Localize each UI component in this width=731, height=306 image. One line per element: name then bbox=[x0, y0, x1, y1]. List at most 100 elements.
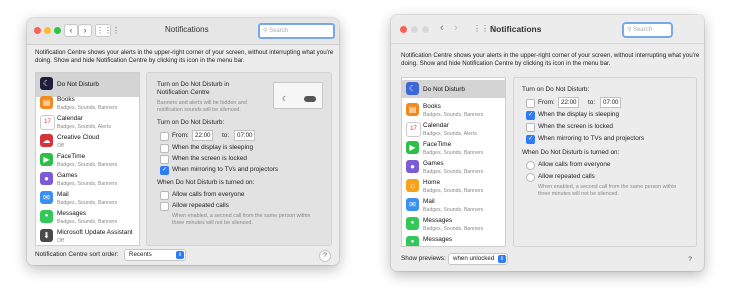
toggle-switch-icon bbox=[304, 96, 316, 102]
back-button[interactable]: ‹ bbox=[64, 24, 78, 37]
forward-button[interactable]: › bbox=[78, 24, 92, 37]
games-icon: ● bbox=[406, 160, 419, 173]
repeated-note: When enabled, a second call from the sam… bbox=[172, 213, 311, 226]
allow-everyone-checkbox[interactable] bbox=[160, 191, 169, 200]
messages-icon: ● bbox=[406, 217, 419, 230]
sort-order-label: Notification Centre sort order: bbox=[35, 251, 119, 258]
minimize-button[interactable] bbox=[44, 27, 51, 34]
close-button[interactable] bbox=[34, 27, 41, 34]
notifications-window-right: ‹ › ⋮⋮⋮ Notifications ⚲ Search Notificat… bbox=[391, 15, 704, 271]
moon-icon: ☾ bbox=[40, 77, 53, 90]
allow-everyone-checkbox[interactable] bbox=[526, 161, 535, 170]
show-all-grid-button[interactable]: ⋮⋮⋮ bbox=[95, 24, 120, 37]
sleeping-checkbox[interactable] bbox=[160, 144, 169, 153]
mirroring-label: When mirroring to TVs and projectors bbox=[172, 166, 279, 173]
item-name: Books bbox=[57, 96, 75, 103]
sort-order-value: Recents bbox=[129, 251, 152, 258]
chevron-updown-icon: ⇕ bbox=[498, 255, 506, 263]
calendar-icon: 17 bbox=[406, 122, 421, 137]
item-name: Microsoft Update Assistant bbox=[57, 229, 133, 236]
app-list[interactable]: ☾ Do Not Disturb ▤ Books Badges, Sounds,… bbox=[35, 72, 140, 246]
moon-icon: ☾ bbox=[282, 96, 289, 103]
sleeping-label: When the display is sleeping bbox=[172, 144, 253, 151]
mirroring-checkbox[interactable]: ✓ bbox=[526, 135, 535, 144]
microsoft-update-icon: ⬇ bbox=[40, 229, 53, 242]
search-placeholder: Search bbox=[269, 28, 289, 34]
item-name: Mail bbox=[57, 191, 69, 198]
do-not-disturb-pane: Turn on Do Not Disturb in Notification C… bbox=[146, 72, 332, 246]
item-name: Do Not Disturb bbox=[57, 81, 99, 88]
item-name: Home bbox=[423, 179, 441, 186]
app-list[interactable]: ☾ Do Not Disturb ▤ Books Badges, Sounds,… bbox=[401, 77, 506, 247]
search-icon: ⚲ bbox=[263, 28, 268, 34]
list-item[interactable]: ● Messages bbox=[402, 232, 505, 246]
item-name: Calendar bbox=[57, 115, 83, 122]
zoom-button[interactable] bbox=[54, 27, 61, 34]
notification-centre-preview: ☾ bbox=[273, 82, 323, 109]
sleeping-checkbox[interactable]: ✓ bbox=[526, 111, 535, 120]
item-name: Calendar bbox=[423, 122, 449, 129]
forward-button[interactable]: › bbox=[454, 22, 458, 34]
messages-icon: ● bbox=[40, 210, 53, 223]
from-label: From: bbox=[538, 99, 555, 106]
description: Notification Centre shows your alerts in… bbox=[401, 52, 700, 67]
back-button[interactable]: ‹ bbox=[440, 22, 444, 34]
item-name: FaceTime bbox=[423, 141, 452, 148]
item-name: Games bbox=[423, 160, 444, 167]
allow-repeated-label: Allow repeated calls bbox=[538, 173, 595, 180]
to-time-field[interactable]: 07:00 bbox=[600, 97, 622, 108]
allow-repeated-checkbox[interactable] bbox=[526, 173, 535, 182]
locked-checkbox[interactable] bbox=[160, 155, 169, 164]
item-name: Messages bbox=[423, 236, 453, 243]
section-when-on: When Do Not Disturb is turned on: bbox=[157, 179, 255, 186]
show-previews-popup[interactable]: when unlocked ⇕ bbox=[448, 253, 508, 265]
from-checkbox[interactable] bbox=[526, 99, 535, 108]
item-name: Games bbox=[57, 172, 78, 179]
home-icon: ⌂ bbox=[406, 179, 419, 192]
allow-repeated-checkbox[interactable] bbox=[160, 202, 169, 211]
to-label: to: bbox=[222, 132, 230, 139]
moon-icon: ☾ bbox=[406, 82, 419, 95]
sleeping-label: When the display is sleeping bbox=[538, 111, 619, 118]
turn-on-note: Banners and alerts will be hidden and no… bbox=[157, 100, 247, 113]
title-bar: ‹ › ⋮⋮⋮ Notifications ⚲ Search bbox=[27, 18, 339, 45]
chevron-updown-icon: ⇕ bbox=[176, 251, 184, 259]
to-label: to: bbox=[588, 99, 596, 106]
item-name: Books bbox=[423, 103, 441, 110]
close-button[interactable] bbox=[400, 26, 407, 33]
mail-icon: ✉ bbox=[406, 198, 419, 211]
search-field[interactable]: ⚲ Search bbox=[622, 22, 673, 38]
from-checkbox[interactable] bbox=[160, 132, 169, 141]
item-name: Mail bbox=[423, 198, 435, 205]
locked-label: When the screen is locked bbox=[172, 155, 247, 162]
allow-everyone-label: Allow calls from everyone bbox=[172, 191, 245, 198]
calendar-icon: 17 bbox=[40, 115, 55, 130]
allow-everyone-label: Allow calls from everyone bbox=[538, 161, 611, 168]
list-item[interactable]: ☾ Do Not Disturb bbox=[402, 80, 505, 98]
sort-order-popup[interactable]: Recents ⇕ bbox=[124, 249, 186, 261]
item-name: Do Not Disturb bbox=[423, 86, 465, 93]
search-field[interactable]: ⚲ Search bbox=[258, 23, 335, 39]
allow-repeated-label: Allow repeated calls bbox=[172, 202, 229, 209]
minimize-button[interactable] bbox=[411, 26, 418, 33]
help-button[interactable]: ? bbox=[685, 255, 695, 265]
facetime-icon: ▶ bbox=[40, 153, 53, 166]
help-button[interactable]: ? bbox=[319, 250, 331, 262]
window-title: Notifications bbox=[165, 25, 209, 34]
zoom-button[interactable] bbox=[422, 26, 429, 33]
locked-label: When the screen is locked bbox=[538, 123, 613, 130]
turn-on-heading: Turn on Do Not Disturb in Notification C… bbox=[157, 81, 230, 96]
item-name: Messages bbox=[57, 210, 87, 217]
description: Notification Centre shows your alerts in… bbox=[35, 49, 334, 64]
list-item[interactable]: ⬇ Microsoft Update Assistant Off bbox=[36, 225, 139, 245]
from-time-field[interactable]: 22:00 bbox=[192, 130, 214, 141]
section-turn-on: Turn on Do Not Disturb: bbox=[522, 86, 590, 93]
from-time-field[interactable]: 22:00 bbox=[558, 97, 580, 108]
games-icon: ● bbox=[40, 172, 53, 185]
notifications-window-left: ‹ › ⋮⋮⋮ Notifications ⚲ Search Notificat… bbox=[27, 18, 339, 265]
from-label: From: bbox=[172, 132, 189, 139]
mirroring-checkbox[interactable]: ✓ bbox=[160, 166, 169, 175]
window-title: Notifications bbox=[490, 24, 542, 34]
locked-checkbox[interactable] bbox=[526, 123, 535, 132]
to-time-field[interactable]: 07:00 bbox=[234, 130, 256, 141]
